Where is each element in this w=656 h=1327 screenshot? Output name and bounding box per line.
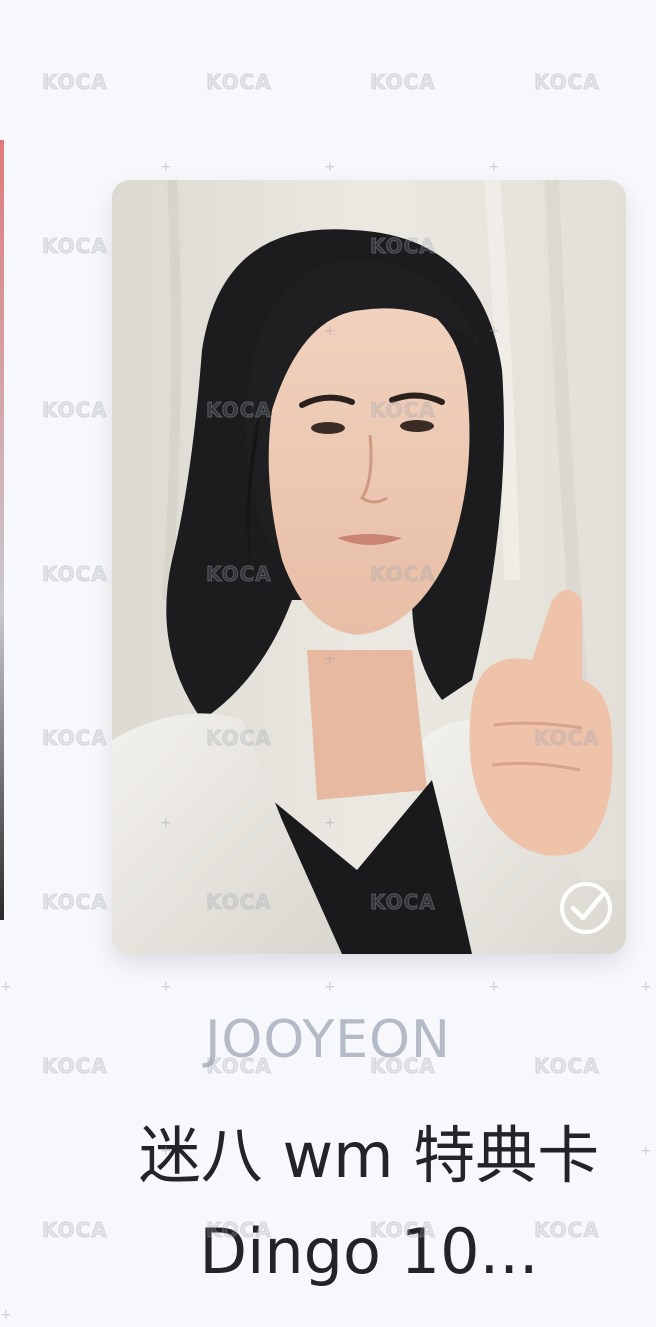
check-circle-icon[interactable] bbox=[556, 878, 616, 938]
plus-mark-icon: + bbox=[324, 159, 336, 175]
previous-card-edge[interactable] bbox=[0, 140, 4, 920]
plus-mark-icon: + bbox=[488, 159, 500, 175]
watermark-logo: KOCA bbox=[42, 1218, 108, 1243]
card-title[interactable]: 迷八 wm 特典卡 Dingo 10... bbox=[112, 1108, 626, 1300]
watermark-logo: KOCA bbox=[206, 70, 272, 95]
member-name: JOOYEON bbox=[205, 1010, 451, 1070]
watermark-logo: KOCA bbox=[370, 70, 436, 95]
watermark-logo: KOCA bbox=[42, 398, 108, 423]
photocard-image bbox=[112, 180, 626, 954]
plus-mark-icon: + bbox=[160, 979, 172, 995]
watermark-logo: KOCA bbox=[42, 234, 108, 259]
plus-mark-icon: + bbox=[488, 979, 500, 995]
watermark-logo: KOCA bbox=[42, 562, 108, 587]
plus-mark-icon: + bbox=[160, 159, 172, 175]
watermark-logo: KOCA bbox=[42, 726, 108, 751]
photocard-detail-page: JOOYEON 迷八 wm 特典卡 Dingo 10... KOCA KOCA … bbox=[0, 0, 656, 1327]
watermark-logo: KOCA bbox=[42, 890, 108, 915]
plus-mark-icon: + bbox=[640, 1143, 652, 1159]
plus-mark-icon: + bbox=[0, 1307, 12, 1323]
plus-mark-icon: + bbox=[640, 979, 652, 995]
plus-mark-icon: + bbox=[324, 979, 336, 995]
plus-mark-icon: + bbox=[0, 979, 12, 995]
photocard[interactable] bbox=[112, 180, 626, 954]
watermark-logo: KOCA bbox=[534, 70, 600, 95]
watermark-logo: KOCA bbox=[42, 70, 108, 95]
